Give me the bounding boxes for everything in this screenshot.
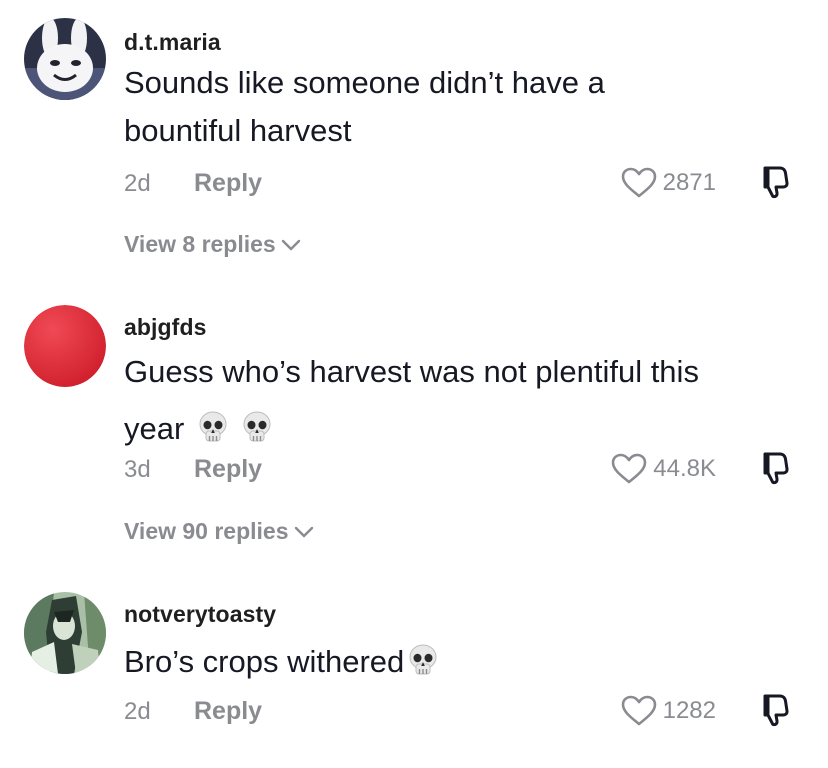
comment-text: Bro’s crops withered [124, 638, 804, 686]
comment-username[interactable]: d.t.maria [124, 29, 221, 56]
comment-text-line: year [124, 405, 804, 453]
view-replies-button[interactable]: View 90 replies [124, 518, 315, 545]
comment-text-line: Sounds like someone didn’t have a [124, 65, 605, 100]
comment-age: 2d [124, 170, 151, 197]
dislike-icon[interactable] [756, 162, 796, 202]
comment-text-line: bountiful harvest [124, 113, 352, 148]
reply-button[interactable]: Reply [194, 169, 262, 198]
like-count: 2871 [662, 169, 716, 196]
view-replies-label: View 90 replies [124, 518, 289, 544]
skull-emoji-icon [408, 644, 438, 678]
comment-text: Sounds like someone didn’t have a bounti… [124, 59, 804, 155]
comment-age: 3d [124, 456, 151, 483]
like-button[interactable]: 44.8K [611, 452, 716, 486]
avatar[interactable] [24, 18, 106, 100]
comment-age: 2d [124, 698, 151, 725]
comment-text-segment: Bro’s crops withered [124, 644, 405, 679]
comment-text-line: Guess who’s harvest was not plentiful th… [124, 354, 699, 389]
avatar[interactable] [24, 592, 106, 674]
reply-button[interactable]: Reply [194, 697, 262, 726]
comment-text-segment: year [124, 411, 185, 446]
heart-icon [621, 167, 657, 199]
comment-username[interactable]: abjgfds [124, 314, 206, 341]
like-button[interactable]: 1282 [621, 694, 716, 728]
comment-username[interactable]: notverytoasty [124, 601, 276, 628]
dislike-icon[interactable] [756, 448, 796, 488]
heart-icon [621, 695, 657, 727]
green-character-avatar-icon [24, 592, 106, 674]
heart-icon [611, 453, 647, 485]
skull-emoji-icon [242, 411, 272, 445]
avatar[interactable] [24, 305, 106, 387]
chevron-down-icon [293, 525, 315, 539]
view-replies-label: View 8 replies [124, 231, 276, 257]
comment-text-line: Bro’s crops withered [124, 638, 804, 686]
like-count: 1282 [662, 697, 716, 724]
like-count: 44.8K [653, 455, 716, 482]
view-replies-button[interactable]: View 8 replies [124, 231, 302, 258]
reply-button[interactable]: Reply [194, 455, 262, 484]
chevron-down-icon [280, 238, 302, 252]
white-rabbit-avatar-icon [24, 18, 106, 100]
like-button[interactable]: 2871 [621, 166, 716, 200]
skull-emoji-icon [198, 411, 228, 445]
comment-text: Guess who’s harvest was not plentiful th… [124, 348, 804, 453]
red-circle-avatar-icon [24, 305, 106, 387]
dislike-icon[interactable] [756, 690, 796, 730]
